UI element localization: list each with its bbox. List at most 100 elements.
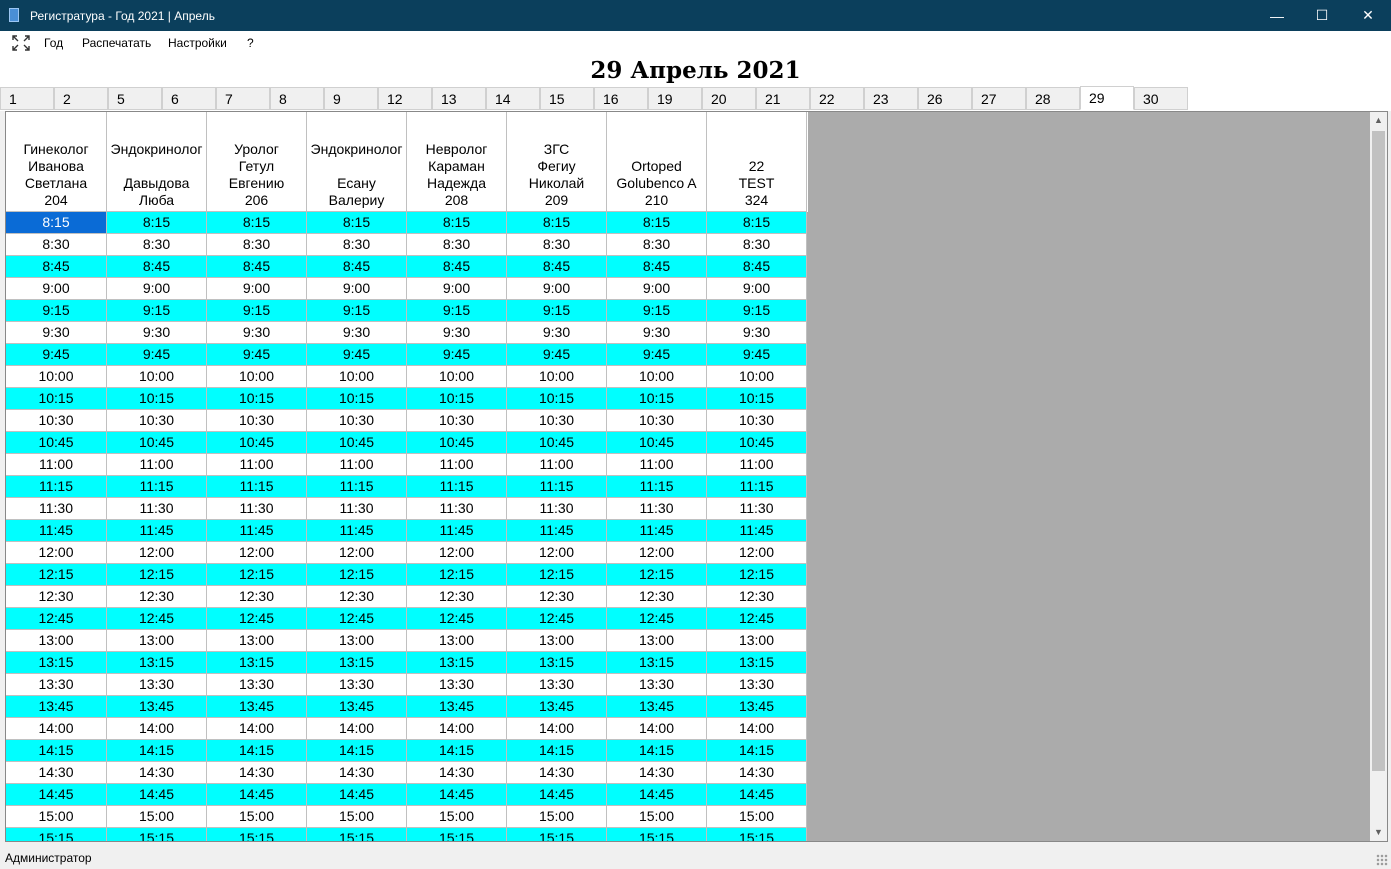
time-slot-cell[interactable]: 14:30: [407, 762, 507, 784]
time-slot-cell[interactable]: 13:00: [107, 630, 207, 652]
time-slot-cell[interactable]: 11:30: [607, 498, 707, 520]
time-slot-cell[interactable]: 9:45: [307, 344, 407, 366]
time-slot-cell[interactable]: 11:30: [307, 498, 407, 520]
time-slot-cell[interactable]: 11:30: [107, 498, 207, 520]
time-slot-cell[interactable]: 13:00: [407, 630, 507, 652]
time-slot-cell[interactable]: 10:00: [707, 366, 807, 388]
time-slot-cell[interactable]: 9:30: [307, 322, 407, 344]
time-slot-cell[interactable]: 8:15: [407, 212, 507, 234]
tab-day-1[interactable]: 1: [0, 87, 54, 110]
time-slot-cell[interactable]: 14:15: [607, 740, 707, 762]
tab-day-22[interactable]: 22: [810, 87, 864, 110]
time-slot-cell[interactable]: 11:45: [607, 520, 707, 542]
time-slot-cell[interactable]: 11:45: [507, 520, 607, 542]
tab-day-14[interactable]: 14: [486, 87, 540, 110]
time-slot-cell[interactable]: 11:15: [707, 476, 807, 498]
time-slot-cell[interactable]: 9:15: [6, 300, 107, 322]
time-slot-cell[interactable]: 10:00: [407, 366, 507, 388]
time-slot-cell[interactable]: 11:00: [507, 454, 607, 476]
time-slot-cell[interactable]: 10:15: [407, 388, 507, 410]
time-slot-cell[interactable]: 9:45: [107, 344, 207, 366]
time-slot-cell[interactable]: 13:15: [307, 652, 407, 674]
time-slot-cell[interactable]: 9:00: [607, 278, 707, 300]
time-slot-cell[interactable]: 12:00: [407, 542, 507, 564]
time-slot-cell[interactable]: 10:15: [307, 388, 407, 410]
time-slot-cell[interactable]: 12:00: [307, 542, 407, 564]
time-slot-cell[interactable]: 8:30: [207, 234, 307, 256]
time-slot-cell[interactable]: 12:00: [507, 542, 607, 564]
time-slot-cell[interactable]: 10:45: [307, 432, 407, 454]
time-slot-cell[interactable]: 8:30: [107, 234, 207, 256]
vertical-scrollbar[interactable]: ▲ ▼: [1370, 112, 1387, 841]
tab-day-27[interactable]: 27: [972, 87, 1026, 110]
column-header[interactable]: Уролог Гетул Евгению 206: [207, 112, 307, 212]
time-slot-cell[interactable]: 9:00: [207, 278, 307, 300]
time-slot-cell[interactable]: 8:45: [6, 256, 107, 278]
time-slot-cell[interactable]: 12:45: [607, 608, 707, 630]
time-slot-cell[interactable]: 11:30: [707, 498, 807, 520]
column-header[interactable]: 22 TEST 324: [707, 112, 807, 212]
time-slot-cell[interactable]: 10:30: [6, 410, 107, 432]
time-slot-cell[interactable]: 10:45: [207, 432, 307, 454]
time-slot-cell[interactable]: 14:15: [307, 740, 407, 762]
time-slot-cell[interactable]: 12:30: [207, 586, 307, 608]
column-header[interactable]: ЗГС Фегиу Николай 209: [507, 112, 607, 212]
tab-day-21[interactable]: 21: [756, 87, 810, 110]
time-slot-cell[interactable]: 11:45: [6, 520, 107, 542]
time-slot-cell[interactable]: 13:15: [207, 652, 307, 674]
time-slot-cell[interactable]: 12:45: [107, 608, 207, 630]
time-slot-cell[interactable]: 10:15: [207, 388, 307, 410]
time-slot-cell[interactable]: 13:15: [6, 652, 107, 674]
time-slot-cell[interactable]: 12:45: [707, 608, 807, 630]
time-slot-cell[interactable]: 10:30: [707, 410, 807, 432]
time-slot-cell[interactable]: 9:30: [507, 322, 607, 344]
tab-day-16[interactable]: 16: [594, 87, 648, 110]
time-slot-cell[interactable]: 8:15: [307, 212, 407, 234]
tab-day-2[interactable]: 2: [54, 87, 108, 110]
time-slot-cell[interactable]: 13:15: [507, 652, 607, 674]
time-slot-cell[interactable]: 12:15: [407, 564, 507, 586]
time-slot-cell[interactable]: 9:45: [607, 344, 707, 366]
time-slot-cell[interactable]: 10:30: [407, 410, 507, 432]
time-slot-cell[interactable]: 15:00: [6, 806, 107, 828]
tab-day-15[interactable]: 15: [540, 87, 594, 110]
time-slot-cell[interactable]: 13:45: [207, 696, 307, 718]
time-slot-cell[interactable]: 14:00: [6, 718, 107, 740]
time-slot-cell[interactable]: 12:15: [207, 564, 307, 586]
time-slot-cell[interactable]: 8:15: [207, 212, 307, 234]
time-slot-cell[interactable]: 13:30: [207, 674, 307, 696]
time-slot-cell[interactable]: 15:15: [6, 828, 107, 841]
time-slot-cell[interactable]: 12:15: [707, 564, 807, 586]
time-slot-cell[interactable]: 12:15: [307, 564, 407, 586]
time-slot-cell[interactable]: 13:00: [507, 630, 607, 652]
time-slot-cell[interactable]: 12:00: [607, 542, 707, 564]
time-slot-cell[interactable]: 14:30: [6, 762, 107, 784]
time-slot-cell[interactable]: 13:45: [507, 696, 607, 718]
time-slot-cell[interactable]: 11:45: [707, 520, 807, 542]
column-header[interactable]: Эндокринолог Есану Валериу: [307, 112, 407, 212]
time-slot-cell[interactable]: 9:45: [407, 344, 507, 366]
time-slot-cell[interactable]: 8:45: [707, 256, 807, 278]
time-slot-cell[interactable]: 14:30: [107, 762, 207, 784]
time-slot-cell[interactable]: 8:15: [507, 212, 607, 234]
time-slot-cell[interactable]: 8:45: [607, 256, 707, 278]
time-slot-cell[interactable]: 8:30: [607, 234, 707, 256]
scroll-thumb[interactable]: [1372, 131, 1385, 771]
time-slot-cell[interactable]: 13:00: [707, 630, 807, 652]
close-button[interactable]: ✕: [1345, 0, 1391, 31]
time-slot-cell[interactable]: 10:15: [607, 388, 707, 410]
tab-day-7[interactable]: 7: [216, 87, 270, 110]
time-slot-cell[interactable]: 9:15: [307, 300, 407, 322]
time-slot-cell[interactable]: 10:30: [507, 410, 607, 432]
tab-day-20[interactable]: 20: [702, 87, 756, 110]
time-slot-cell[interactable]: 14:00: [207, 718, 307, 740]
time-slot-cell[interactable]: 13:45: [6, 696, 107, 718]
time-slot-cell[interactable]: 13:45: [307, 696, 407, 718]
column-header[interactable]: Невролог Караман Надежда 208: [407, 112, 507, 212]
time-slot-cell[interactable]: 13:30: [707, 674, 807, 696]
time-slot-cell[interactable]: 11:30: [6, 498, 107, 520]
time-slot-cell[interactable]: 9:45: [707, 344, 807, 366]
time-slot-cell[interactable]: 9:30: [407, 322, 507, 344]
time-slot-cell[interactable]: 8:15: [707, 212, 807, 234]
time-slot-cell[interactable]: 10:00: [107, 366, 207, 388]
